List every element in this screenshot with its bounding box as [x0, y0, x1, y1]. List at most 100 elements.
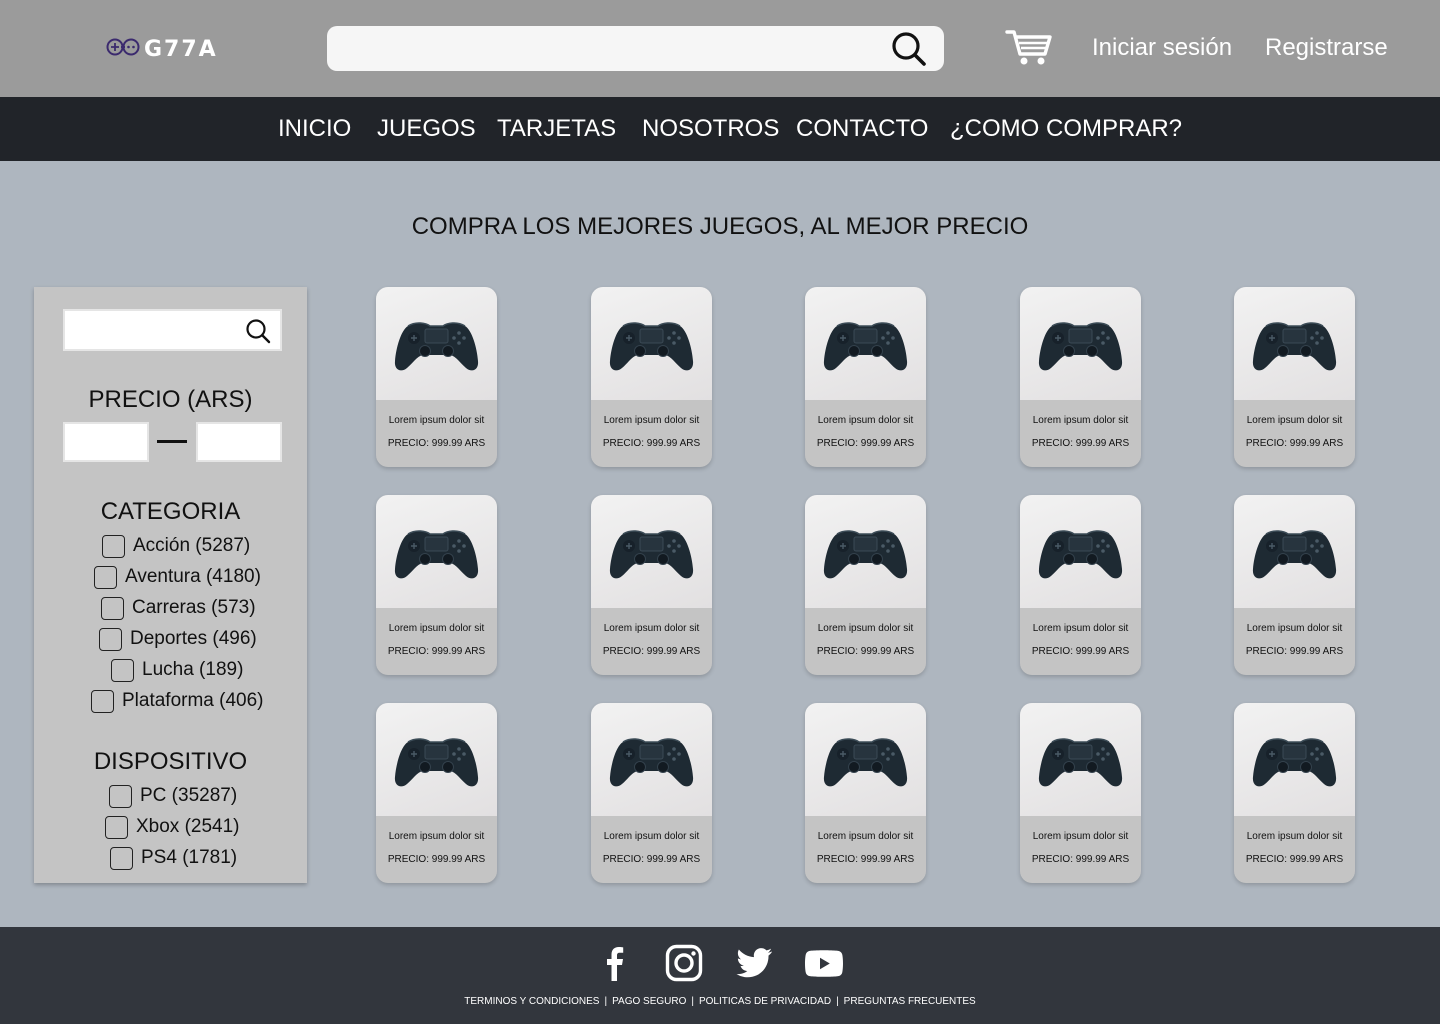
product-card[interactable]: Lorem ipsum dolor sit PRECIO: 999.99 ARS [1020, 287, 1141, 467]
checkbox[interactable] [94, 565, 117, 589]
nav-item-nosotros[interactable]: NOSOTROS [642, 115, 779, 143]
checkbox[interactable] [110, 846, 133, 870]
checkbox[interactable] [102, 534, 125, 558]
gamepad-icon [609, 738, 694, 787]
facebook-icon[interactable] [595, 944, 635, 982]
product-price: PRECIO: 999.99 ARS [387, 438, 486, 449]
product-price: PRECIO: 999.99 ARS [602, 646, 701, 657]
product-card[interactable]: Lorem ipsum dolor sit PRECIO: 999.99 ARS [591, 703, 712, 883]
cart-icon[interactable] [1005, 28, 1053, 68]
filter-sidebar: PRECIO (ARS) CATEGORIA Acción (5287) Ave… [34, 287, 307, 883]
filter-search-input[interactable] [73, 317, 238, 343]
checkbox[interactable] [101, 596, 124, 620]
product-image[interactable] [805, 495, 926, 608]
product-image[interactable] [805, 703, 926, 816]
product-card[interactable]: Lorem ipsum dolor sit PRECIO: 999.99 ARS [805, 495, 926, 675]
checkbox-label: Plataforma (406) [122, 690, 264, 711]
category-checkbox-accion[interactable]: Acción (5287) [102, 533, 250, 559]
product-image[interactable] [591, 703, 712, 816]
product-image[interactable] [376, 703, 497, 816]
product-price: PRECIO: 999.99 ARS [816, 646, 915, 657]
product-card[interactable]: Lorem ipsum dolor sit PRECIO: 999.99 ARS [376, 703, 497, 883]
product-image[interactable] [376, 495, 497, 608]
price-min-input[interactable] [65, 424, 147, 460]
nav-item-como-comprar[interactable]: ¿COMO COMPRAR? [950, 115, 1182, 143]
header-search-input[interactable] [341, 32, 881, 65]
nav-item-juegos[interactable]: JUEGOS [377, 115, 476, 143]
product-image[interactable] [1020, 703, 1141, 816]
checkbox[interactable] [99, 627, 122, 651]
product-card[interactable]: Lorem ipsum dolor sit PRECIO: 999.99 ARS [1234, 703, 1355, 883]
category-checkbox-lucha[interactable]: Lucha (189) [111, 657, 243, 683]
product-image[interactable] [1020, 495, 1141, 608]
gamepad-icon [1252, 530, 1337, 579]
price-range-dash [157, 440, 187, 443]
product-image[interactable] [591, 287, 712, 400]
search-icon[interactable] [245, 318, 271, 344]
checkbox[interactable] [91, 689, 114, 713]
login-link[interactable]: Iniciar sesión [1092, 34, 1232, 62]
checkbox[interactable] [109, 784, 132, 808]
product-image[interactable] [1234, 287, 1355, 400]
product-price: PRECIO: 999.99 ARS [602, 854, 701, 865]
product-card[interactable]: Lorem ipsum dolor sit PRECIO: 999.99 ARS [805, 703, 926, 883]
product-price: PRECIO: 999.99 ARS [387, 854, 486, 865]
product-card[interactable]: Lorem ipsum dolor sit PRECIO: 999.99 ARS [591, 495, 712, 675]
category-checkbox-aventura[interactable]: Aventura (4180) [94, 564, 261, 590]
device-checkbox-ps4[interactable]: PS4 (1781) [110, 845, 237, 871]
product-name: Lorem ipsum dolor sit [603, 623, 700, 634]
product-card[interactable]: Lorem ipsum dolor sit PRECIO: 999.99 ARS [1020, 703, 1141, 883]
search-icon[interactable] [890, 31, 928, 67]
product-name: Lorem ipsum dolor sit [388, 623, 485, 634]
checkbox-label: PS4 (1781) [141, 847, 238, 868]
product-name: Lorem ipsum dolor sit [388, 831, 485, 842]
product-name: Lorem ipsum dolor sit [1246, 415, 1343, 426]
youtube-icon[interactable] [804, 944, 844, 982]
nav-item-tarjetas[interactable]: TARJETAS [497, 115, 616, 143]
checkbox-label: Acción (5287) [133, 535, 251, 556]
product-card[interactable]: Lorem ipsum dolor sit PRECIO: 999.99 ARS [376, 287, 497, 467]
product-image[interactable] [1234, 495, 1355, 608]
product-card[interactable]: Lorem ipsum dolor sit PRECIO: 999.99 ARS [591, 287, 712, 467]
footer-link-preguntas[interactable]: PREGUNTAS FRECUENTES [844, 996, 976, 1007]
gamepad-icon [394, 530, 479, 579]
category-checkbox-carreras[interactable]: Carreras (573) [101, 595, 256, 621]
gamepad-icon [823, 322, 908, 371]
nav-item-inicio[interactable]: INICIO [278, 115, 351, 143]
gamepad-icon [106, 36, 142, 63]
product-image[interactable] [1020, 287, 1141, 400]
footer-link-privacidad[interactable]: POLITICAS DE PRIVACIDAD [699, 996, 831, 1007]
nav-item-contacto[interactable]: CONTACTO [796, 115, 928, 143]
price-max-input[interactable] [198, 424, 280, 460]
category-checkbox-plataforma[interactable]: Plataforma (406) [91, 688, 264, 714]
gamepad-icon [1252, 322, 1337, 371]
checkbox[interactable] [105, 815, 128, 839]
instagram-icon[interactable] [664, 944, 704, 982]
category-heading: CATEGORIA [100, 498, 241, 525]
device-checkbox-xbox[interactable]: Xbox (2541) [105, 814, 240, 840]
checkbox[interactable] [111, 658, 134, 682]
filter-search-box [63, 309, 282, 351]
product-card[interactable]: Lorem ipsum dolor sit PRECIO: 999.99 ARS [805, 287, 926, 467]
product-price: PRECIO: 999.99 ARS [816, 438, 915, 449]
price-heading: PRECIO (ARS) [88, 386, 253, 413]
gamepad-icon [1038, 322, 1123, 371]
product-image[interactable] [376, 287, 497, 400]
product-image[interactable] [1234, 703, 1355, 816]
twitter-icon[interactable] [734, 944, 774, 982]
main-nav: INICIO JUEGOS TARJETAS NOSOTROS CONTACTO… [0, 97, 1440, 161]
logo[interactable]: G77A [106, 34, 218, 64]
footer-link-terminos[interactable]: TERMINOS Y CONDICIONES [464, 996, 599, 1007]
register-link[interactable]: Registrarse [1265, 34, 1388, 62]
product-card[interactable]: Lorem ipsum dolor sit PRECIO: 999.99 ARS [1234, 495, 1355, 675]
product-name: Lorem ipsum dolor sit [603, 415, 700, 426]
category-checkbox-deportes[interactable]: Deportes (496) [99, 626, 257, 652]
footer-link-pago-seguro[interactable]: PAGO SEGURO [612, 996, 686, 1007]
product-card[interactable]: Lorem ipsum dolor sit PRECIO: 999.99 ARS [1234, 287, 1355, 467]
product-image[interactable] [805, 287, 926, 400]
product-card[interactable]: Lorem ipsum dolor sit PRECIO: 999.99 ARS [376, 495, 497, 675]
product-name: Lorem ipsum dolor sit [1032, 415, 1129, 426]
device-checkbox-pc[interactable]: PC (35287) [109, 783, 237, 809]
product-card[interactable]: Lorem ipsum dolor sit PRECIO: 999.99 ARS [1020, 495, 1141, 675]
product-image[interactable] [591, 495, 712, 608]
